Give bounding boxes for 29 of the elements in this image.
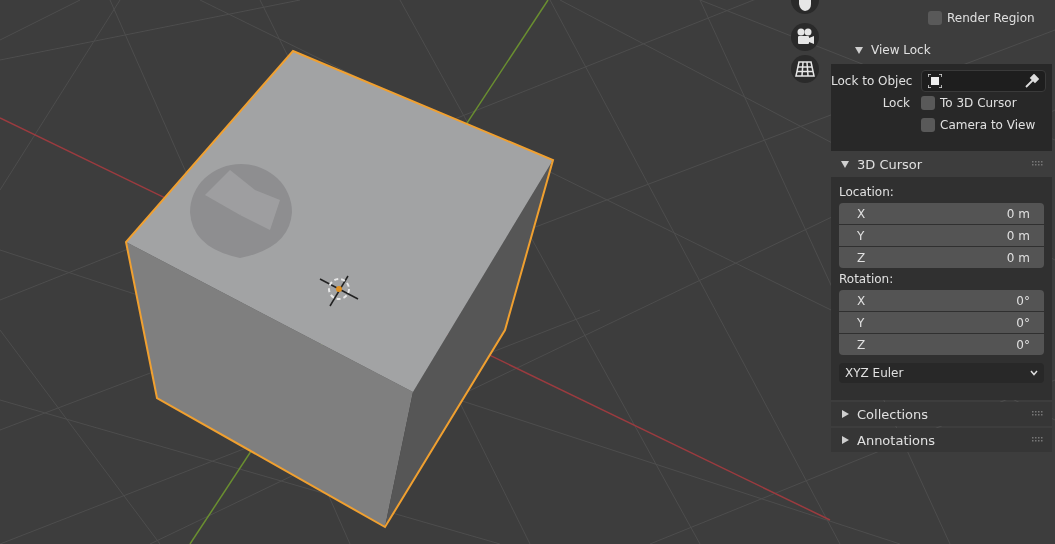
subpanel-title[interactable]: View Lock: [871, 43, 931, 57]
checkbox-label: Camera to View: [940, 118, 1036, 132]
chevron-icon: [1030, 370, 1038, 376]
triangle-icon[interactable]: [855, 46, 863, 54]
number-field[interactable]: Z 0°: [839, 334, 1044, 355]
checkbox-label: To 3D Cursor: [940, 96, 1017, 110]
checkbox[interactable]: [921, 118, 935, 132]
object-icon: [928, 74, 942, 88]
panel-header[interactable]: Collections: [831, 402, 1052, 426]
section-label: Location:: [839, 185, 895, 199]
number-field[interactable]: X 0°: [839, 290, 1044, 311]
field-label: Lock to Objec: [831, 74, 914, 88]
grip-icon: [1032, 437, 1044, 443]
checkbox[interactable]: [921, 96, 935, 110]
eyedropper-icon[interactable]: [1025, 74, 1039, 88]
grip-icon: [1032, 411, 1044, 417]
checkbox[interactable]: [928, 11, 942, 25]
section-label: Rotation:: [839, 272, 895, 286]
rotation-mode-dropdown[interactable]: XYZ Euler: [839, 363, 1044, 383]
3d-cursor-icon: [319, 275, 359, 307]
number-field[interactable]: Z 0 m: [839, 247, 1044, 268]
number-field[interactable]: Y 0°: [839, 312, 1044, 333]
number-field[interactable]: Y 0 m: [839, 225, 1044, 246]
panel-header[interactable]: Annotations: [831, 428, 1052, 452]
grip-icon: [1032, 161, 1044, 167]
object-field[interactable]: [921, 70, 1046, 92]
field-label: Lock: [881, 96, 911, 110]
checkbox-label: Render Region: [947, 11, 1035, 25]
number-field[interactable]: X 0 m: [839, 203, 1044, 224]
